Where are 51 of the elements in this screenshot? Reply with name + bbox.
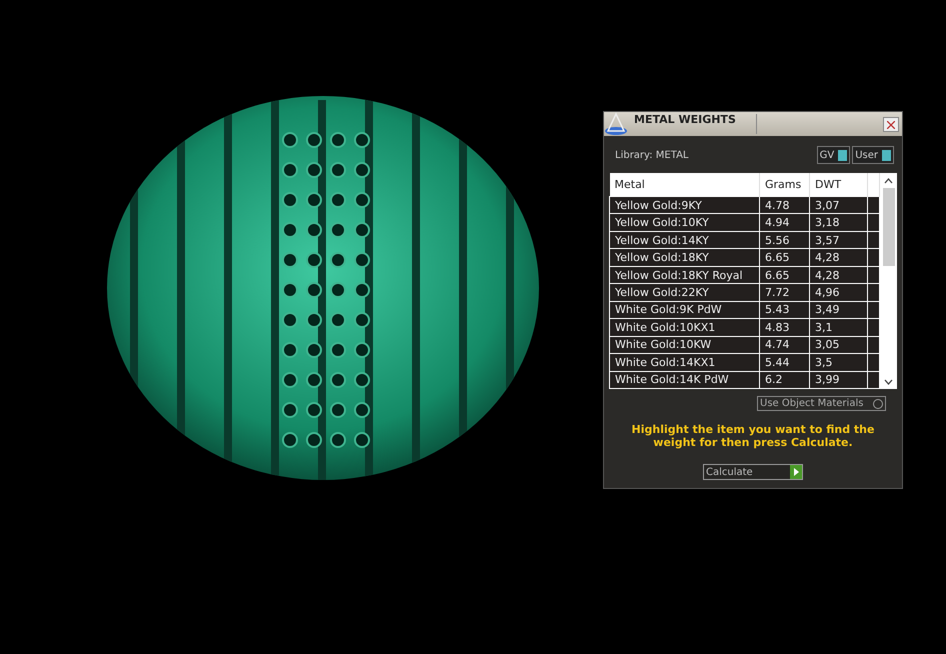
table-cell: 3,57 (810, 231, 868, 249)
table-cell: 3,1 (810, 318, 868, 336)
table-cell: 4.94 (760, 214, 810, 232)
table-cell: 5.43 (760, 301, 810, 319)
table-cell: 3,5 (810, 354, 868, 372)
scroll-up-icon (884, 178, 893, 184)
close-icon (887, 120, 895, 128)
table-cell: 6.65 (760, 248, 810, 266)
pyramid-logo-icon (604, 112, 628, 136)
table-cell: White Gold:9K PdW (610, 301, 760, 319)
table-cell: White Gold:14KX1 (610, 354, 760, 372)
calculate-button[interactable]: Calculate (703, 464, 803, 480)
window-title: METAL WEIGHTS (634, 112, 737, 126)
table-cell: Yellow Gold:22KY (610, 284, 760, 302)
table-cell: 3,05 (810, 336, 868, 354)
table-cell: Yellow Gold:14KY (610, 231, 760, 249)
table-cell: 3,18 (810, 214, 868, 232)
table-cell: White Gold:10KW (610, 336, 760, 354)
table-cell: 4,96 (810, 284, 868, 302)
column-header[interactable]: Grams (760, 173, 810, 196)
play-icon (794, 468, 798, 476)
table-cell: 3,49 (810, 301, 868, 319)
table-cell: 4,28 (810, 248, 868, 266)
use-object-materials-option[interactable]: Use Object Materials (757, 396, 886, 411)
toggle-button[interactable]: GV (816, 146, 850, 164)
column-header[interactable]: Metal (610, 173, 760, 196)
table-cell: 6.65 (760, 266, 810, 284)
table-cell: 3,99 (810, 371, 868, 388)
instruction-text: Highlight the item you want to find the weight for then press Calculate. (630, 423, 876, 449)
scroll-thumb[interactable] (882, 188, 894, 266)
column-header[interactable]: DWT (810, 173, 868, 196)
table-cell: 3,07 (810, 196, 868, 214)
table-cell: White Gold:10KX1 (610, 318, 760, 336)
scrollbar[interactable] (880, 173, 897, 389)
close-button[interactable] (883, 116, 899, 132)
table-cell: 7.72 (760, 284, 810, 302)
table-cell: White Gold:14K PdW (610, 371, 760, 388)
table-cell: Yellow Gold:18KY (610, 248, 760, 266)
table-cell: 4.74 (760, 336, 810, 354)
table-cell: 5.44 (760, 354, 810, 372)
table-cell: Yellow Gold:18KY Royal (610, 266, 760, 284)
table-cell: 6.2 (760, 371, 810, 388)
scroll-down-icon (884, 379, 893, 385)
table-cell: Yellow Gold:9KY (610, 196, 760, 214)
toggle-button[interactable]: User (852, 146, 894, 164)
table-cell: 5.56 (760, 231, 810, 249)
table-cell: 4.83 (760, 318, 810, 336)
table-cell: 4,28 (810, 266, 868, 284)
library-label: Library: METAL (615, 150, 690, 160)
table-cell: 4.78 (760, 196, 810, 214)
table-cell: Yellow Gold:10KY (610, 214, 760, 232)
